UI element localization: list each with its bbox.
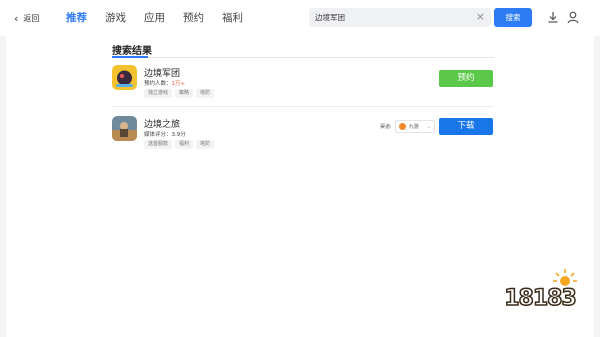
download-icon[interactable] [546,10,560,24]
user-icon[interactable] [566,10,580,24]
search-value[interactable]: 边境军团 [315,12,345,23]
channel-value: 九游 [408,124,419,130]
tag[interactable]: 塔防 [196,89,215,98]
chevron-left-icon: ‹ [14,11,19,25]
channel-selector: 渠道: 九游 ⌄ [380,120,435,133]
tag[interactable]: 送首服款 [144,140,173,149]
game-name[interactable]: 边境之旅 [144,117,180,130]
channel-dropdown[interactable]: 九游 ⌄ [394,120,435,133]
reserve-count: 预约人数：1万+ [144,81,186,87]
search-input[interactable]: 边境军团 × [309,8,491,27]
search-button[interactable]: 搜索 [494,8,532,27]
tag-list: 送首服款 福利 塔防 [144,140,215,149]
chevron-down-icon: ⌄ [426,123,431,130]
main-nav: 推荐 游戏 应用 预约 福利 [66,9,261,27]
tab-recommend[interactable]: 推荐 [66,9,87,27]
tab-welfare[interactable]: 福利 [222,9,243,27]
back-button[interactable]: ‹ 返回 [14,11,39,25]
jiuyou-icon [398,123,406,130]
section-title: 搜索结果 [112,46,152,57]
media-score: 媒体评分：3.9分 [144,132,186,138]
tab-reserve[interactable]: 预约 [183,9,204,27]
back-label: 返回 [23,13,40,23]
row-divider [112,106,494,107]
watermark-text: 18183 [503,285,577,312]
tag-list: 独立游戏 策略 塔防 [144,89,215,98]
list-item[interactable]: 边境军团 预约人数：1万+ 独立游戏 策略 塔防 预约 [112,62,494,108]
tag[interactable]: 独立游戏 [144,89,173,98]
list-item[interactable]: 边境之旅 媒体评分：3.9分 送首服款 福利 塔防 渠道: 九游 ⌄ 下载 [112,113,494,159]
tab-apps[interactable]: 应用 [144,9,165,27]
watermark-logo: 18183 [494,268,586,324]
download-button[interactable]: 下载 [439,118,493,135]
game-name[interactable]: 边境军团 [144,66,180,79]
tag[interactable]: 福利 [175,140,194,149]
tag[interactable]: 策略 [175,89,194,98]
tab-games[interactable]: 游戏 [105,9,126,27]
reserve-button[interactable]: 预约 [439,70,493,87]
game-icon[interactable] [112,116,137,141]
section-divider [112,56,494,58]
close-icon[interactable]: × [476,10,485,24]
channel-label: 渠道: [380,124,392,130]
game-icon[interactable] [112,65,137,90]
tag[interactable]: 塔防 [196,140,215,149]
top-bar: ‹ 返回 推荐 游戏 应用 预约 福利 边境军团 × 搜索 [0,0,600,36]
